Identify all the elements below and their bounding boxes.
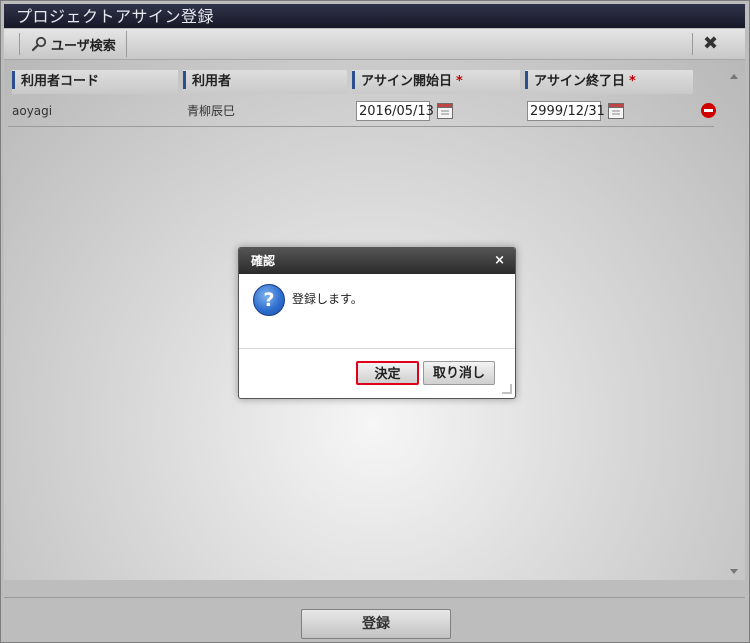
project-assign-window: プロジェクトアサイン登録 ユーザ検索 ✖ 利用者コード 利用者 アサイン開始日 *… [0, 0, 750, 643]
question-icon: ? [253, 284, 285, 316]
toolbar-divider [19, 33, 20, 55]
column-header-user-name-label: 利用者 [192, 74, 232, 89]
cancel-button[interactable]: 取り消し [423, 361, 495, 385]
required-mark: * [456, 74, 463, 89]
dialog-title: 確認 [251, 254, 276, 268]
column-header-user-code: 利用者コード [12, 70, 178, 94]
end-date-input[interactable]: 2999/12/31 [527, 101, 605, 121]
column-header-end-date-label: アサイン終了日 [534, 74, 626, 89]
toolbar: ユーザ検索 ✖ [4, 29, 745, 60]
user-search-label: ユーザ検索 [51, 38, 116, 54]
dialog-message: 登録します。 [292, 292, 363, 306]
user-name-cell: 青柳辰巳 [187, 104, 236, 118]
dialog-body: ? 登録します。 [239, 274, 515, 349]
confirm-button[interactable]: 決定 [356, 361, 419, 385]
dialog-title-bar: 確認 × [239, 248, 515, 274]
scroll-down-icon[interactable] [730, 569, 738, 574]
calendar-icon[interactable] [608, 102, 624, 119]
window-title-bar: プロジェクトアサイン登録 [4, 4, 745, 28]
close-icon[interactable]: × [494, 248, 505, 274]
close-icon[interactable]: ✖ [692, 33, 725, 55]
user-search-button[interactable]: ユーザ検索 [21, 31, 127, 57]
dialog-buttons: 決定 取り消し [239, 349, 515, 397]
register-button[interactable]: 登録 [301, 609, 451, 639]
column-header-user-code-label: 利用者コード [21, 74, 100, 89]
remove-row-icon[interactable] [701, 103, 716, 118]
user-code-cell: aoyagi [12, 104, 53, 118]
window-title: プロジェクトアサイン登録 [16, 7, 215, 26]
start-date-input[interactable]: 2016/05/13 [356, 101, 434, 121]
scroll-up-icon[interactable] [730, 74, 738, 79]
column-header-start-date-label: アサイン開始日 [361, 74, 453, 89]
confirm-dialog: 確認 × ? 登録します。 決定 取り消し [238, 247, 516, 399]
required-mark: * [629, 74, 636, 89]
vertical-scrollbar[interactable] [728, 68, 742, 578]
column-header-user-name: 利用者 [183, 70, 347, 94]
search-icon [31, 36, 47, 52]
column-header-end-date: アサイン終了日 * [525, 70, 693, 94]
resize-grip-icon[interactable] [502, 384, 512, 394]
column-header-start-date: アサイン開始日 * [352, 70, 520, 94]
table-row: aoyagi 青柳辰巳 2016/05/13 2999/12/31 [8, 96, 714, 127]
footer-bar: 登録 [4, 597, 745, 641]
calendar-icon[interactable] [437, 102, 453, 119]
